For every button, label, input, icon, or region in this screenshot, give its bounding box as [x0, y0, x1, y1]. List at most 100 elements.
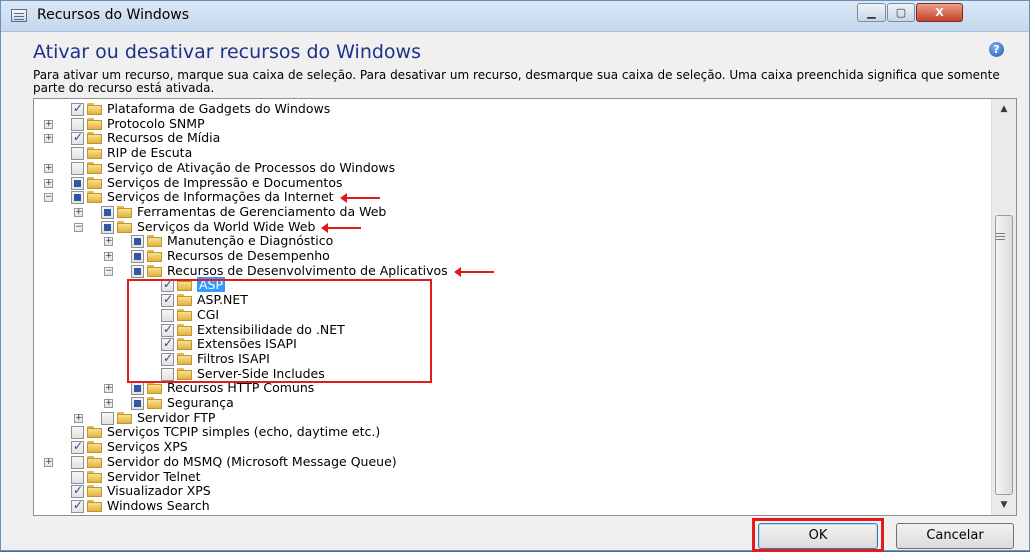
feature-checkbox[interactable] — [71, 439, 84, 455]
folder-icon — [117, 205, 133, 219]
expand-plus-icon[interactable]: + — [44, 163, 53, 173]
instructions-text: Para ativar um recurso, marque sua caixa… — [33, 68, 1000, 95]
annotation-arrow-icon — [339, 193, 380, 204]
expand-plus-icon[interactable]: + — [104, 399, 113, 408]
feature-label: Visualizador XPS — [107, 483, 211, 499]
expand-plus-icon[interactable]: + — [74, 207, 83, 217]
folder-icon — [87, 117, 103, 131]
feature-checkbox[interactable] — [131, 264, 144, 278]
close-button[interactable]: X — [916, 3, 963, 22]
feature-checkbox[interactable] — [71, 147, 84, 161]
feature-checkbox[interactable] — [101, 411, 114, 425]
window-app-icon — [11, 9, 27, 22]
folder-icon — [87, 161, 103, 175]
folder-icon — [87, 441, 103, 454]
feature-checkbox[interactable] — [101, 205, 114, 219]
annotation-box — [127, 279, 432, 383]
feature-label: Serviço de Ativação de Processos do Wind… — [107, 159, 396, 175]
feature-checkbox[interactable] — [71, 191, 84, 205]
cancel-button[interactable]: Cancelar — [896, 523, 1014, 549]
expand-plus-icon[interactable]: + — [44, 119, 53, 129]
feature-label: Plataforma de Gadgets do Windows — [107, 101, 331, 116]
feature-label: Manutenção e Diagnóstico — [167, 233, 334, 249]
title-bar[interactable]: Recursos do Windows ▁ ▢ X — [1, 1, 1029, 32]
feature-label: Serviços XPS — [107, 439, 188, 455]
feature-checkbox[interactable] — [131, 382, 144, 396]
feature-checkbox[interactable] — [101, 220, 114, 234]
expand-plus-icon[interactable]: + — [104, 384, 113, 394]
scrollbar-grip-icon — [996, 233, 1005, 234]
expand-plus-icon[interactable]: + — [44, 134, 53, 144]
folder-icon — [87, 499, 103, 513]
folder-icon — [87, 132, 103, 145]
feature-label: Servidor do MSMQ (Microsoft Message Queu… — [107, 453, 397, 469]
expand-plus-icon[interactable]: + — [104, 252, 113, 261]
feature-checkbox[interactable] — [71, 470, 84, 484]
scroll-down-arrow-icon[interactable]: ▼ — [995, 497, 1013, 513]
feature-checkbox[interactable] — [71, 130, 84, 146]
folder-icon — [87, 103, 103, 116]
folder-icon — [147, 397, 163, 410]
scroll-up-arrow-icon[interactable]: ▲ — [995, 101, 1013, 117]
feature-label: Serviços TCPIP simples (echo, daytime et… — [107, 424, 381, 440]
annotation-arrow-icon — [453, 266, 494, 277]
feature-label: Ferramentas de Gerenciamento da Web — [137, 203, 387, 219]
window-title: Recursos do Windows — [37, 7, 190, 23]
feature-row-windows-search[interactable]: Windows Search — [34, 497, 984, 514]
expand-plus-icon[interactable]: + — [44, 178, 53, 188]
feature-label: Serviços da World Wide Web — [137, 218, 316, 234]
feature-checkbox[interactable] — [71, 426, 84, 440]
folder-icon — [147, 235, 163, 248]
features-tree[interactable]: Plataforma de Gadgets do Windows + Protoco… — [33, 98, 1017, 516]
feature-checkbox[interactable] — [131, 235, 144, 249]
vertical-scrollbar[interactable]: ▲ ▼ — [991, 99, 1016, 515]
folder-icon — [117, 220, 133, 234]
annotation-arrow-icon — [321, 222, 362, 233]
folder-icon — [87, 147, 103, 160]
feature-checkbox[interactable] — [71, 498, 84, 513]
windows-features-dialog: Recursos do Windows ▁ ▢ X Ativar ou desa… — [0, 0, 1030, 552]
help-icon[interactable]: ? — [989, 42, 1004, 57]
feature-checkbox[interactable] — [71, 483, 84, 499]
feature-checkbox[interactable] — [71, 455, 84, 469]
folder-icon — [147, 264, 163, 278]
feature-label: Recursos de Mídia — [107, 130, 221, 146]
folder-icon — [87, 485, 103, 498]
collapse-minus-icon[interactable]: − — [44, 193, 53, 203]
maximize-button[interactable]: ▢ — [887, 3, 915, 22]
feature-label: Servidor Telnet — [107, 468, 201, 484]
collapse-minus-icon[interactable]: − — [74, 222, 83, 232]
feature-label: Protocolo SNMP — [107, 115, 205, 131]
ok-button[interactable]: OK — [758, 523, 878, 549]
feature-label: Segurança — [167, 395, 234, 410]
feature-checkbox[interactable] — [71, 176, 84, 190]
page-title: Ativar ou desativar recursos do Windows — [33, 41, 421, 63]
folder-icon — [117, 411, 133, 425]
folder-icon — [87, 455, 103, 469]
feature-checkbox[interactable] — [71, 117, 84, 131]
feature-label: Serviços de Impressão e Documentos — [107, 174, 343, 190]
folder-icon — [147, 382, 163, 395]
feature-label: RIP de Escuta — [107, 145, 193, 161]
feature-row-recursos-de-desenvolvimento-de-aplicativos[interactable]: − Recursos de Desenvolvimento de Aplicati… — [34, 262, 984, 279]
folder-icon — [87, 426, 103, 439]
feature-label: Recursos de Desenvolvimento de Aplicativ… — [167, 262, 448, 278]
folder-icon — [147, 250, 163, 263]
expand-plus-icon[interactable]: + — [44, 457, 53, 467]
feature-checkbox[interactable] — [71, 161, 84, 175]
feature-checkbox[interactable] — [131, 250, 144, 263]
folder-icon — [87, 470, 103, 484]
scrollbar-thumb[interactable] — [995, 215, 1013, 495]
feature-checkbox[interactable] — [131, 397, 144, 410]
feature-label: Servidor FTP — [137, 409, 216, 425]
feature-label: Windows Search — [107, 497, 210, 513]
feature-label: Recursos de Desempenho — [167, 248, 330, 263]
feature-label: Serviços de Informações da Internet — [107, 189, 334, 205]
minimize-button[interactable]: ▁ — [857, 3, 886, 22]
expand-plus-icon[interactable]: + — [74, 413, 83, 423]
collapse-minus-icon[interactable]: − — [104, 266, 113, 276]
expand-plus-icon[interactable]: + — [104, 237, 113, 247]
feature-checkbox[interactable] — [71, 101, 84, 116]
folder-icon — [87, 176, 103, 190]
folder-icon — [87, 191, 103, 204]
